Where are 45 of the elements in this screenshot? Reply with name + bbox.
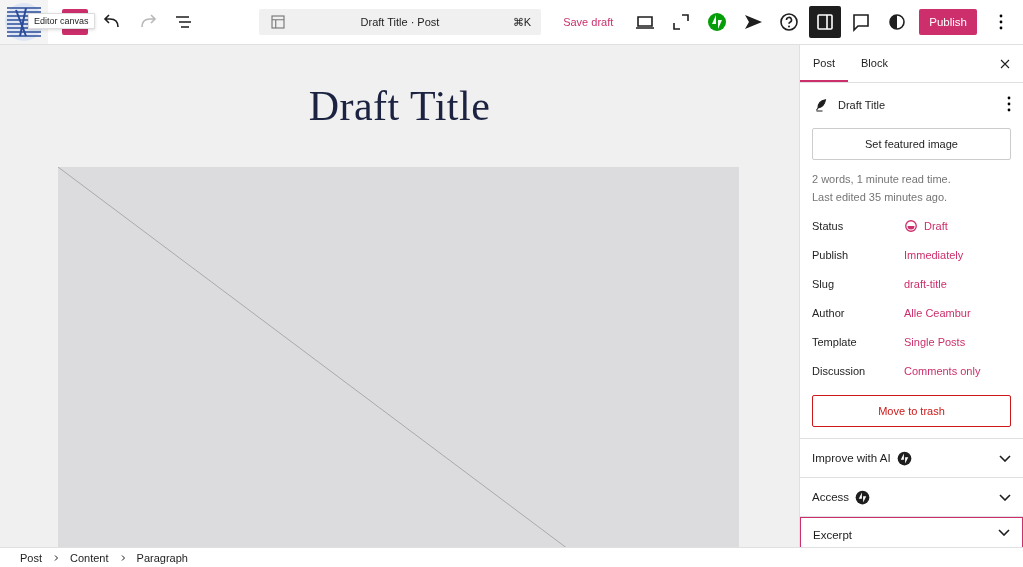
command-bar-title: Draft Title · Post xyxy=(359,16,441,28)
collapsible-section[interactable]: Access xyxy=(800,478,1023,517)
status-value[interactable]: Draft xyxy=(904,218,948,233)
lightning-icon xyxy=(855,489,871,505)
chevron-down-icon xyxy=(999,454,1011,462)
field-label: Status xyxy=(812,219,845,232)
more-options-icon xyxy=(1007,96,1011,112)
field-label: Slug xyxy=(812,277,836,290)
draft-status-icon xyxy=(904,218,918,233)
field-label: Template xyxy=(812,335,858,348)
field-label: Author xyxy=(812,306,846,319)
post-title[interactable]: Draft Title xyxy=(0,81,799,131)
save-draft-button[interactable]: Save draft xyxy=(559,12,618,32)
layout-icon xyxy=(269,13,288,31)
post-title-text: Draft Title xyxy=(838,99,887,111)
field-value-link[interactable]: draft-title xyxy=(904,277,947,290)
section-title: Access xyxy=(812,491,850,503)
last-edited-text: Last edited 35 minutes ago. xyxy=(812,190,948,205)
word-count-text: 2 words, 1 minute read time. xyxy=(812,172,951,187)
chevron-down-icon xyxy=(998,529,1010,536)
section-title: Excerpt xyxy=(813,529,852,541)
shortcut-text: ⌘K xyxy=(512,15,532,29)
field-label: Publish xyxy=(812,248,850,261)
field-value-link[interactable]: Single Posts xyxy=(904,335,966,348)
breadcrumb-item[interactable]: Paragraph xyxy=(136,551,188,564)
collapsible-section[interactable]: Improve with AI xyxy=(800,439,1023,478)
field-value-link[interactable]: Immediately xyxy=(904,248,964,261)
field-value-link[interactable]: Comments only xyxy=(904,364,981,377)
more-options-button[interactable] xyxy=(1007,96,1011,114)
command-bar[interactable]: Draft Title · Post ⌘K xyxy=(259,9,542,35)
sidebar-tab[interactable]: Block xyxy=(848,45,901,82)
breadcrumb-item[interactable]: Content xyxy=(70,551,109,564)
publish-button[interactable]: Publish xyxy=(919,9,977,35)
field-value-link[interactable]: Alle Ceambur xyxy=(904,306,971,319)
chevron-down-icon xyxy=(999,493,1011,501)
settings-button[interactable] xyxy=(809,6,842,38)
tooltip: Editor canvas xyxy=(28,13,95,29)
move-to-trash-button[interactable]: Move to trash xyxy=(812,395,1011,427)
section-title: Improve with AI xyxy=(812,452,891,464)
breadcrumb-item[interactable]: Post xyxy=(20,551,42,564)
lightning-icon xyxy=(896,450,912,466)
sidebar-tab[interactable]: Post xyxy=(800,45,848,82)
more-options-icon xyxy=(999,14,1003,30)
field-label: Discussion xyxy=(812,364,867,377)
set-featured-image-button[interactable]: Set featured image xyxy=(812,128,1011,160)
